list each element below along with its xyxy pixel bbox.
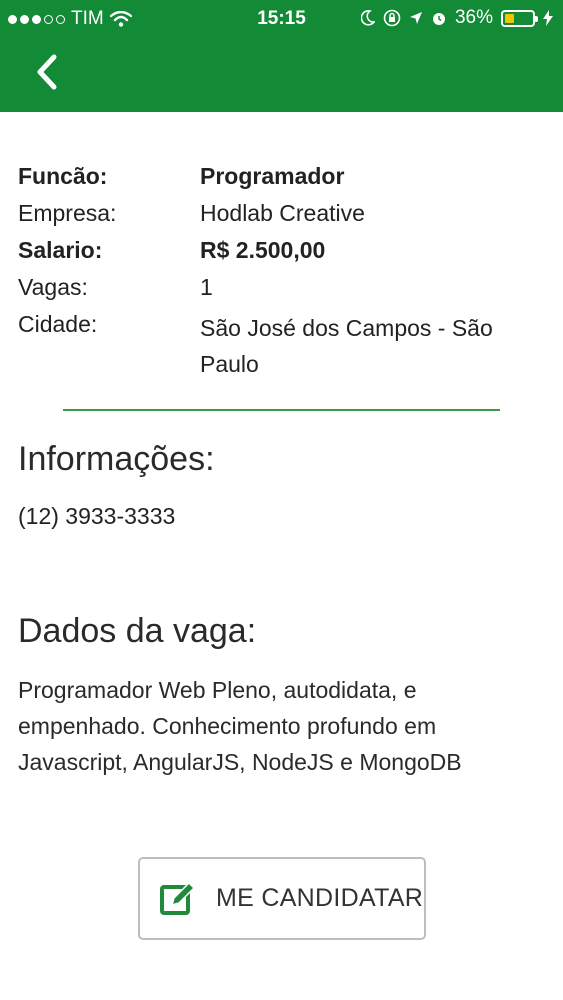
section-divider <box>63 409 500 411</box>
phone-number: (12) 3933-3333 <box>18 503 176 529</box>
charging-bolt-icon <box>543 10 553 26</box>
salary-row: Salario: R$ 2.500,00 <box>18 232 518 269</box>
alarm-icon <box>432 13 445 25</box>
chevron-left-icon <box>37 54 57 90</box>
salary-value: R$ 2.500,00 <box>200 237 326 263</box>
apply-label: ME CANDIDATAR <box>216 884 424 912</box>
company-label: Empresa: <box>18 200 117 226</box>
function-label: Funcão: <box>18 163 108 189</box>
job-details: Funcão: Programador Empresa: Hodlab Crea… <box>18 158 518 382</box>
location-arrow-icon <box>409 12 422 24</box>
company-row: Empresa: Hodlab Creative <box>18 195 518 232</box>
job-data-title: Dados da vaga: <box>18 612 257 650</box>
status-bar: TIM 15:15 36% <box>0 0 563 38</box>
edit-icon <box>160 881 196 915</box>
salary-label: Salario: <box>18 237 103 263</box>
info-title: Informações: <box>18 440 215 478</box>
battery-fill <box>505 13 515 23</box>
back-button[interactable] <box>30 52 66 92</box>
orientation-lock-icon <box>383 9 401 27</box>
header-bar: TIM 15:15 36% <box>0 0 563 112</box>
city-row: Cidade: São José dos Campos - São Paulo <box>18 306 518 382</box>
city-value: São José dos Campos - São Paulo <box>200 315 493 377</box>
company-value: Hodlab Creative <box>200 200 365 226</box>
status-right: 36% <box>360 7 553 29</box>
function-row: Funcão: Programador <box>18 158 518 195</box>
city-label: Cidade: <box>18 311 98 337</box>
battery-percent: 36% <box>454 7 493 28</box>
openings-row: Vagas: 1 <box>18 269 518 306</box>
apply-button[interactable]: ME CANDIDATAR <box>138 857 426 940</box>
openings-value: 1 <box>200 274 213 300</box>
battery-icon <box>501 9 538 27</box>
job-description: Programador Web Pleno, autodidata, e emp… <box>18 677 462 775</box>
function-value: Programador <box>200 163 345 189</box>
openings-label: Vagas: <box>18 274 88 300</box>
moon-icon <box>360 10 375 26</box>
